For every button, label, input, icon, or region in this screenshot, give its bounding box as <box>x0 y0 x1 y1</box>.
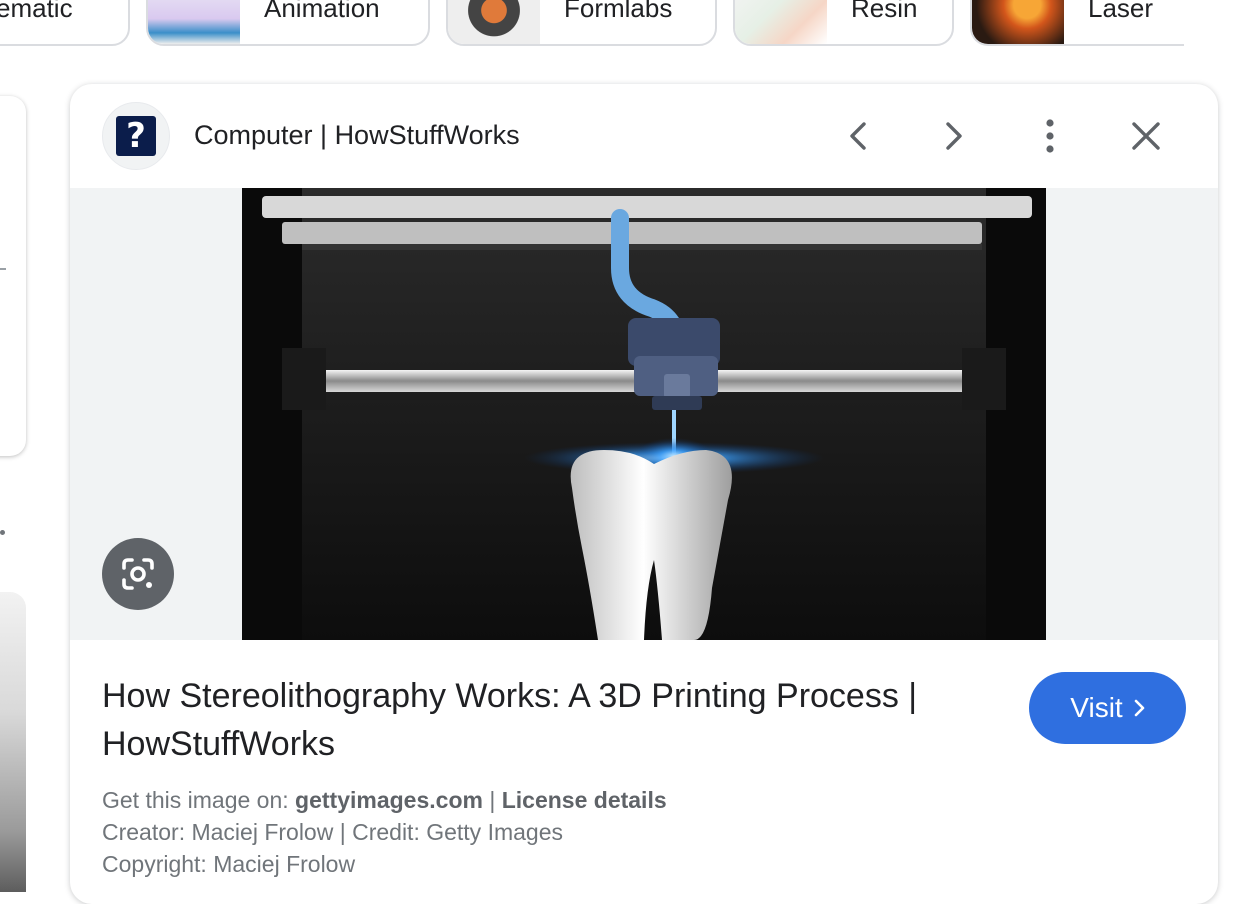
source-link[interactable]: gettyimages.com <box>295 787 483 813</box>
howstuffworks-logo: ? <box>116 116 156 156</box>
site-favicon[interactable]: ? <box>102 102 170 170</box>
chip-thumbnail <box>735 0 827 44</box>
chip-label: Animation <box>264 0 380 23</box>
source-prefix: Get this image on: <box>102 787 296 813</box>
chip-animation[interactable]: Animation <box>146 0 430 46</box>
image-preview-panel: ? Computer | HowStuffWorks How Stereolit… <box>70 84 1218 904</box>
creator-line: Creator: Maciej Frolow | Credit: Getty I… <box>102 819 563 845</box>
chip-thumbnail <box>148 0 240 44</box>
site-name[interactable]: Computer | HowStuffWorks <box>194 120 520 151</box>
copyright-line: Copyright: Maciej Frolow <box>102 851 356 877</box>
close-icon <box>1132 122 1160 150</box>
separator: | <box>482 787 502 813</box>
image-title[interactable]: How Stereolithography Works: A 3D Printi… <box>102 672 982 768</box>
image-metadata: Get this image on: gettyimages.com | Lic… <box>102 784 667 880</box>
visit-button[interactable]: Visit <box>1029 672 1186 744</box>
more-options-button[interactable] <box>1026 112 1074 160</box>
chip-label: Laser <box>1088 0 1154 23</box>
image-viewer <box>70 188 1218 640</box>
chevron-right-icon <box>1134 699 1144 717</box>
chip-label: Resin <box>851 0 918 23</box>
visit-label: Visit <box>1070 692 1123 723</box>
chip-formlabs[interactable]: Formlabs <box>446 0 717 46</box>
result-thumbnail-partial[interactable] <box>0 592 26 892</box>
close-button[interactable] <box>1122 112 1170 160</box>
chip-thumbnail <box>448 0 540 44</box>
bullet-dot <box>0 530 5 535</box>
chevron-right-icon <box>946 122 962 150</box>
chip-thumbnail <box>972 0 1064 44</box>
next-button[interactable] <box>930 112 978 160</box>
source-line: Get this image on: gettyimages.com | Lic… <box>102 784 667 816</box>
google-lens-icon <box>122 558 154 590</box>
result-card-partial[interactable] <box>0 96 26 456</box>
chip-resin[interactable]: Resin <box>733 0 954 46</box>
chip-laser[interactable]: Laser <box>970 0 1184 46</box>
search-image-button[interactable] <box>102 538 174 610</box>
divider <box>0 268 6 270</box>
related-search-chips: ematic Animation Formlabs Resin Laser <box>0 0 1258 50</box>
chip-label: Formlabs <box>564 0 673 23</box>
previous-button[interactable] <box>834 112 882 160</box>
more-vert-icon <box>1046 119 1054 153</box>
chip-schematic[interactable]: ematic <box>0 0 130 46</box>
printer-tooth-illustration <box>242 188 1046 640</box>
license-details-link[interactable]: License details <box>502 787 667 813</box>
preview-image[interactable] <box>242 188 1046 640</box>
panel-header: ? Computer | HowStuffWorks <box>70 84 1218 188</box>
chevron-left-icon <box>850 122 866 150</box>
chip-label: ematic <box>0 0 73 23</box>
